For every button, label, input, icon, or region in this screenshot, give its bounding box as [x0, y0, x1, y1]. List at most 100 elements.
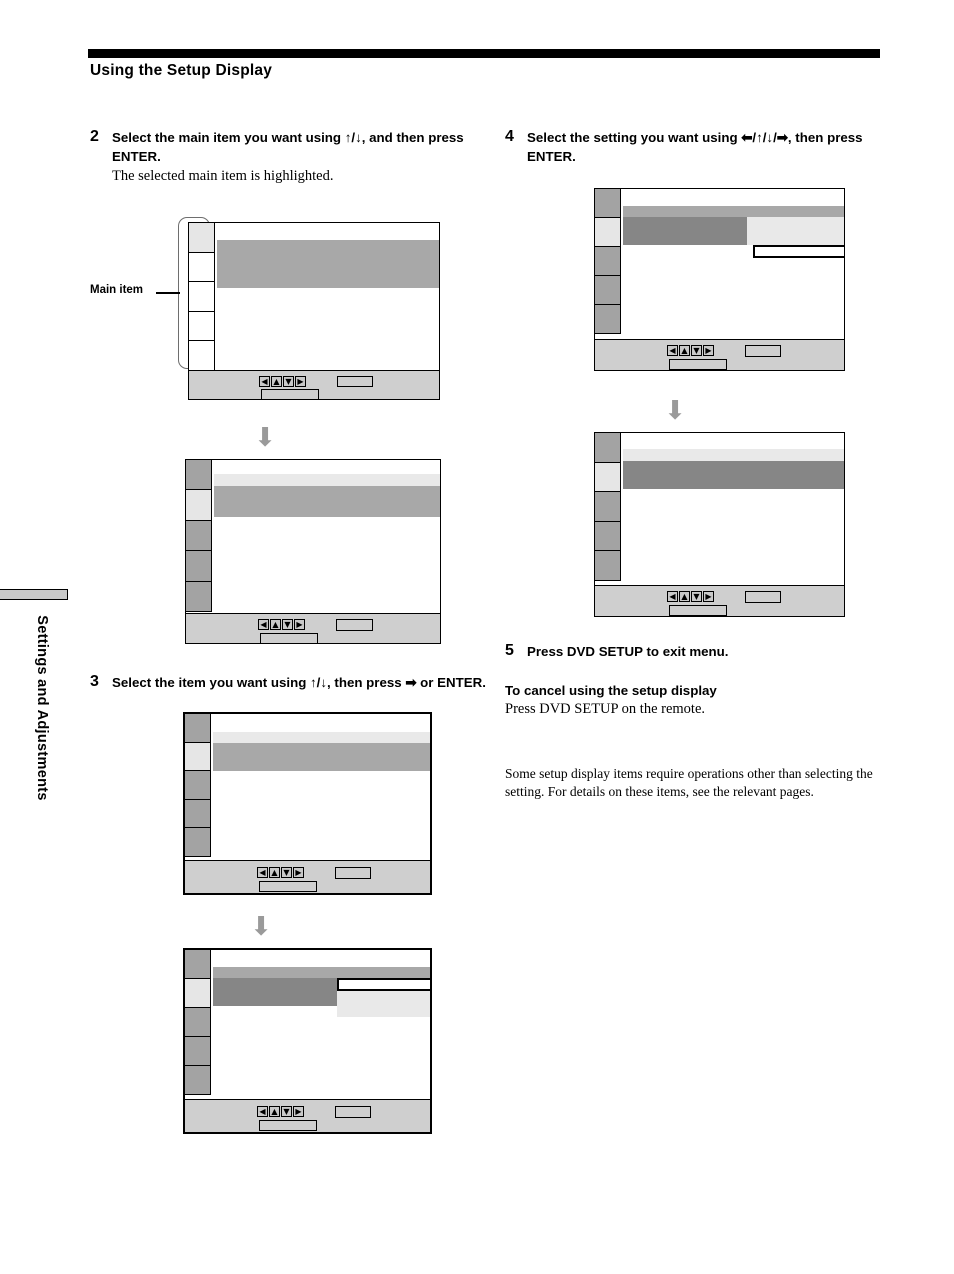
setup-screen-4-hint-chip	[259, 1120, 317, 1131]
setup-screen-4-value-panel[interactable]	[337, 991, 430, 1017]
key-right-icon[interactable]: ▶	[703, 345, 714, 356]
setup-screen-5-keypad[interactable]: ◀ ▲ ▼ ▶	[667, 345, 714, 356]
sidebar-cell-4[interactable]	[595, 276, 621, 305]
sidebar-cell-5[interactable]	[185, 1066, 211, 1095]
sidebar-cell-5[interactable]	[189, 341, 215, 371]
key-right-icon[interactable]: ▶	[294, 619, 305, 630]
setup-screen-6: ◀ ▲ ▼ ▶	[594, 432, 845, 617]
sidebar-cell-5[interactable]	[186, 581, 212, 612]
setup-screen-2-keypad[interactable]: ◀ ▲ ▼ ▶	[258, 619, 305, 630]
sidebar-cell-4[interactable]	[189, 311, 215, 342]
setup-screen-1-hint-chip	[261, 389, 319, 400]
key-down-icon[interactable]: ▼	[281, 1106, 292, 1117]
sidebar-cell-2[interactable]	[189, 252, 215, 283]
setup-screen-2-sidebar	[186, 460, 212, 612]
setup-screen-5: ◀ ▲ ▼ ▶	[594, 188, 845, 371]
sidebar-cell-3[interactable]	[189, 282, 215, 312]
key-up-icon[interactable]: ▲	[679, 591, 690, 602]
figure-setup-display-setting-list: ◀ ▲ ▼ ▶	[505, 188, 905, 388]
key-down-icon[interactable]: ▼	[691, 345, 702, 356]
sidebar-cell-1[interactable]	[595, 189, 621, 218]
sidebar-cell-4[interactable]	[185, 1037, 211, 1066]
key-down-icon[interactable]: ▼	[691, 591, 702, 602]
key-up-icon[interactable]: ▲	[270, 619, 281, 630]
key-right-icon[interactable]: ▶	[293, 867, 304, 878]
setup-screen-4-highlight-row[interactable]	[213, 978, 337, 1006]
setup-screen-2: ◀ ▲ ▼ ▶	[185, 459, 441, 644]
setup-screen-1-enter-chip[interactable]	[337, 376, 373, 387]
figure-setup-display-main-item-selected: ◀ ▲ ▼ ▶	[90, 459, 490, 651]
main-item-callout-label: Main item	[90, 284, 144, 296]
cancel-section-body: Press DVD SETUP on the remote.	[505, 701, 706, 717]
setup-screen-6-enter-chip[interactable]	[745, 591, 781, 603]
sidebar-cell-1[interactable]	[189, 223, 215, 253]
sidebar-cell-2[interactable]	[595, 462, 621, 493]
key-up-icon[interactable]: ▲	[269, 867, 280, 878]
setup-screen-6-keypad[interactable]: ◀ ▲ ▼ ▶	[667, 591, 714, 602]
sidebar-cell-3[interactable]	[595, 247, 621, 276]
key-left-icon[interactable]: ◀	[259, 376, 270, 387]
key-right-icon[interactable]: ▶	[703, 591, 714, 602]
sidebar-cell-1[interactable]	[185, 714, 211, 743]
sidebar-cell-3[interactable]	[185, 1008, 211, 1037]
key-left-icon[interactable]: ◀	[257, 867, 268, 878]
sidebar-cell-3[interactable]	[185, 771, 211, 800]
setup-screen-5-options-panel[interactable]	[747, 217, 844, 245]
sidebar-cell-1[interactable]	[185, 950, 211, 979]
setup-screen-4-enter-chip[interactable]	[335, 1106, 371, 1118]
cancel-section-heading: To cancel using the setup display	[505, 683, 717, 698]
setup-screen-1-keypad[interactable]: ◀ ▲ ▼ ▶	[259, 376, 306, 387]
left-column: 2 Select the main item you want using ↑/…	[90, 128, 490, 1148]
key-up-icon[interactable]: ▲	[269, 1106, 280, 1117]
sidebar-cell-5[interactable]	[595, 305, 621, 334]
key-up-icon[interactable]: ▲	[271, 376, 282, 387]
setup-screen-6-highlight-row[interactable]	[623, 461, 844, 489]
sidebar-cell-2[interactable]	[186, 490, 212, 521]
step-4: 4 Select the setting you want using ⬅/↑/…	[505, 128, 905, 166]
sidebar-cell-2[interactable]	[185, 742, 211, 772]
sidebar-cell-1[interactable]	[186, 460, 212, 491]
key-left-icon[interactable]: ◀	[667, 345, 678, 356]
sidebar-cell-2[interactable]	[595, 218, 621, 247]
setup-screen-3-keypad[interactable]: ◀ ▲ ▼ ▶	[257, 867, 304, 878]
key-down-icon[interactable]: ▼	[283, 376, 294, 387]
setup-screen-6-footer: ◀ ▲ ▼ ▶	[595, 585, 844, 616]
sidebar-cell-3[interactable]	[186, 520, 212, 552]
sidebar-cell-2[interactable]	[185, 979, 211, 1008]
key-left-icon[interactable]: ◀	[257, 1106, 268, 1117]
sidebar-cell-1[interactable]	[595, 433, 621, 463]
setup-screen-2-enter-chip[interactable]	[336, 619, 373, 631]
sidebar-cell-5[interactable]	[185, 828, 211, 857]
setup-screen-4-sidebar	[185, 950, 211, 1095]
setup-screen-4-value-row[interactable]	[337, 978, 430, 991]
key-down-icon[interactable]: ▼	[281, 867, 292, 878]
key-right-icon[interactable]: ▶	[293, 1106, 304, 1117]
key-left-icon[interactable]: ◀	[667, 591, 678, 602]
flow-arrow-2: ⬇	[250, 912, 272, 942]
setup-screen-3-highlight-row[interactable]	[213, 743, 430, 771]
setup-screen-4-title-row	[213, 967, 430, 978]
setup-screen-1-highlight-row[interactable]	[217, 240, 439, 288]
setup-screen-5-highlight-row[interactable]	[623, 217, 747, 245]
key-right-icon[interactable]: ▶	[295, 376, 306, 387]
key-up-icon[interactable]: ▲	[679, 345, 690, 356]
step-3: 3 Select the item you want using ↑/↓, th…	[90, 673, 490, 692]
setup-screen-5-enter-chip[interactable]	[745, 345, 781, 357]
setup-screen-3-enter-chip[interactable]	[335, 867, 371, 879]
key-left-icon[interactable]: ◀	[258, 619, 269, 630]
sidebar-cell-5[interactable]	[595, 551, 621, 581]
setup-screen-1-footer: ◀ ▲ ▼ ▶	[189, 370, 439, 400]
right-column: 4 Select the setting you want using ⬅/↑/…	[505, 128, 905, 801]
setup-screen-4-keypad[interactable]: ◀ ▲ ▼ ▶	[257, 1106, 304, 1117]
setup-screen-2-highlight-row[interactable]	[214, 486, 440, 517]
sidebar-cell-3[interactable]	[595, 492, 621, 522]
key-down-icon[interactable]: ▼	[282, 619, 293, 630]
sidebar-cell-4[interactable]	[595, 521, 621, 552]
setup-screen-3-sidebar	[185, 714, 211, 857]
sidebar-cell-4[interactable]	[186, 551, 212, 582]
setup-screen-5-option-outline[interactable]	[753, 245, 844, 258]
sidebar-cell-4[interactable]	[185, 799, 211, 829]
step-5-title: Press DVD SETUP to exit menu.	[527, 644, 729, 659]
setup-screen-5-hint-chip	[669, 359, 727, 370]
setup-screen-5-footer: ◀ ▲ ▼ ▶	[595, 339, 844, 370]
